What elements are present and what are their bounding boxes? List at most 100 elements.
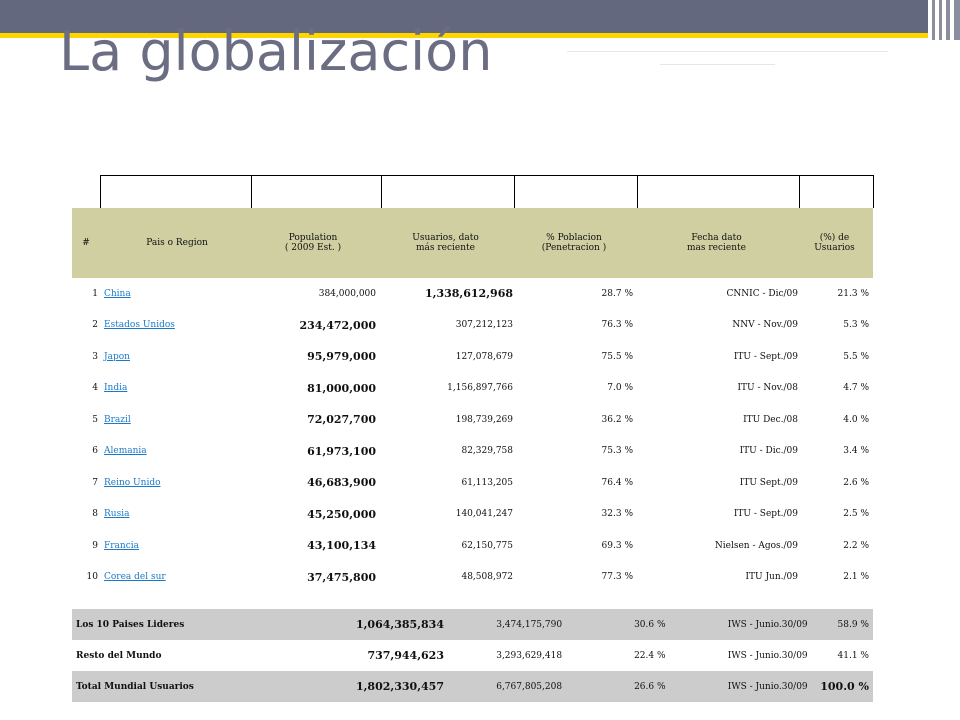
population-cell: 72,027,700 [307, 413, 376, 427]
summary-row: Los 10 Paises Lideres 1,064,385,834 3,474,… [72, 609, 873, 640]
users-cell: 1,156,897,766 [447, 383, 513, 394]
country-link[interactable]: India [100, 383, 250, 393]
users-cell: 1,338,612,968 [424, 287, 513, 301]
country-link[interactable]: Estados Unidos [100, 320, 250, 330]
empty-cell [101, 176, 252, 208]
population-cell: 46,683,900 [307, 476, 376, 490]
date-cell: ITU Sept./09 [739, 477, 798, 488]
summary-users: 3,293,629,418 [496, 650, 563, 661]
users-cell: 62,150,775 [461, 540, 513, 551]
penetration-cell: 75.3 % [601, 446, 633, 457]
internet-users-table: # Pais o Region Population ( 2009 Est. )… [72, 208, 873, 702]
summary-label: Los 10 Paises Lideres [76, 619, 185, 630]
empty-cell [515, 176, 638, 208]
share-cell: 21.3 % [837, 288, 869, 299]
share-cell: 2.6 % [843, 477, 869, 488]
summary-row: Resto del Mundo 737,944,623 3,293,629,418 2… [72, 640, 873, 671]
country-link[interactable]: Alemania [100, 446, 250, 456]
users-cell: 307,212,123 [455, 320, 513, 331]
empty-table-row [100, 175, 874, 209]
users-cell: 140,041,247 [455, 509, 513, 520]
table-row: 3 Japon 95,979,000 127,078,679 75.5 % ITU - S… [72, 341, 873, 373]
country-link[interactable]: Rusia [100, 509, 250, 519]
country-link[interactable]: Reino Unido [100, 478, 250, 488]
summary-share: 41.1 % [837, 650, 869, 661]
table-row: 6 Alemania 61,973,100 82,329,758 75.3 % ITU -… [72, 436, 873, 468]
date-cell: ITU - Sept./09 [733, 509, 798, 520]
table-body: 1 China 384,000,000 1,338,612,968 28.7 % CNNI… [72, 278, 873, 593]
header-population: Population ( 2009 Est. ) [284, 232, 342, 253]
header-users: Usuarios, dato más reciente [412, 232, 479, 253]
summary-date: IWS - Junio.30/09 [727, 681, 808, 692]
share-cell: 4.0 % [843, 414, 869, 425]
country-link[interactable]: Francia [100, 541, 250, 551]
date-cell: NNV - Nov./09 [732, 320, 798, 331]
users-cell: 198,739,269 [455, 414, 513, 425]
summary-users: 3,474,175,790 [496, 619, 563, 630]
date-cell: ITU - Sept./09 [733, 351, 798, 362]
population-cell: 81,000,000 [307, 381, 376, 395]
table-row: 7 Reino Unido 46,683,900 61,113,205 76.4 % IT… [72, 467, 873, 499]
date-cell: CNNIC - Dic/09 [726, 288, 798, 299]
population-cell: 95,979,000 [307, 350, 376, 364]
summary-population: 1,064,385,834 [355, 618, 444, 631]
country-link[interactable]: China [100, 289, 250, 299]
share-cell: 2.2 % [843, 540, 869, 551]
share-cell: 5.3 % [843, 320, 869, 331]
users-cell: 127,078,679 [455, 351, 513, 362]
share-cell: 5.5 % [843, 351, 869, 362]
header-penetration: % Poblacion (Penetracion ) [541, 232, 607, 253]
summary-share: 58.9 % [837, 619, 869, 630]
share-cell: 2.5 % [843, 509, 869, 520]
row-number: 2 [92, 320, 98, 331]
share-cell: 4.7 % [843, 383, 869, 394]
table-row: 8 Rusia 45,250,000 140,041,247 32.3 % ITU - S… [72, 499, 873, 531]
row-number: 6 [92, 446, 98, 457]
country-link[interactable]: Corea del sur [100, 572, 250, 582]
users-cell: 61,113,205 [461, 477, 513, 488]
country-link[interactable]: Japon [100, 352, 250, 362]
penetration-cell: 75.5 % [601, 351, 633, 362]
header-rule-short [660, 60, 775, 64]
row-number: 7 [92, 477, 98, 488]
summary-penetration: 22.4 % [634, 650, 666, 661]
population-cell: 43,100,134 [307, 539, 376, 553]
users-cell: 48,508,972 [461, 572, 513, 583]
date-cell: Nielsen - Agos./09 [714, 540, 798, 551]
summary-share: 100.0 % [820, 680, 869, 693]
penetration-cell: 76.3 % [601, 320, 633, 331]
row-number: 8 [92, 509, 98, 520]
header-date: Fecha dato mas reciente [687, 232, 746, 253]
row-number: 5 [92, 414, 98, 425]
country-link[interactable]: Brazil [100, 415, 250, 425]
slide-title: La globalización [59, 20, 493, 83]
summary-label: Resto del Mundo [76, 650, 162, 661]
users-cell: 82,329,758 [461, 446, 513, 457]
table-row: 10 Corea del sur 37,475,800 48,508,972 77.3 … [72, 562, 873, 594]
penetration-cell: 69.3 % [601, 540, 633, 551]
summary-date: IWS - Junio.30/09 [727, 619, 808, 630]
summary-users: 6,767,805,208 [496, 681, 563, 692]
header-number: # [82, 237, 90, 248]
penetration-cell: 32.3 % [601, 509, 633, 520]
summary-penetration: 30.6 % [634, 619, 666, 630]
row-number: 3 [92, 351, 98, 362]
table-row: 9 Francia 43,100,134 62,150,775 69.3 % Nielse… [72, 530, 873, 562]
header-vertical-bars [930, 0, 960, 40]
summary-label: Total Mundial Usuarios [76, 681, 194, 692]
share-cell: 2.1 % [843, 572, 869, 583]
summary-penetration: 26.6 % [634, 681, 666, 692]
summary-row: Total Mundial Usuarios 1,802,330,457 6,767… [72, 671, 873, 702]
penetration-cell: 77.3 % [601, 572, 633, 583]
summary-population: 737,944,623 [367, 649, 444, 662]
header-rule [567, 46, 888, 51]
row-number: 9 [92, 540, 98, 551]
population-cell: 37,475,800 [307, 570, 376, 584]
population-cell: 234,472,000 [299, 318, 376, 332]
empty-cell [252, 176, 382, 208]
population-cell: 384,000,000 [318, 288, 376, 299]
row-number: 4 [92, 383, 98, 394]
date-cell: ITU - Dic./09 [739, 446, 798, 457]
penetration-cell: 76.4 % [601, 477, 633, 488]
summary-population: 1,802,330,457 [355, 680, 444, 693]
